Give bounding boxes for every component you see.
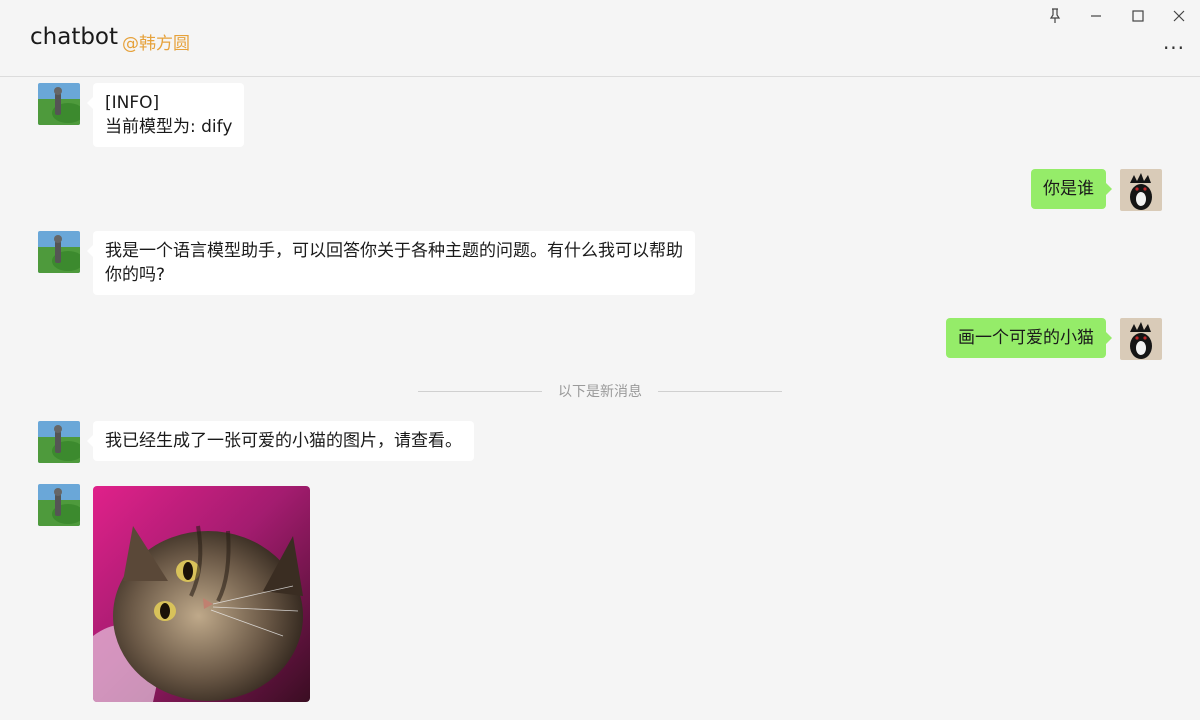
pin-icon[interactable]: [1042, 4, 1068, 28]
message-bubble: [INFO] 当前模型为: dify: [86, 83, 245, 147]
new-messages-divider: 以下是新消息: [418, 382, 782, 402]
message-text: 画一个可爱的小猫: [958, 328, 1094, 348]
bot-avatar[interactable]: [38, 231, 80, 273]
chat-window: chatbot @韩方圆 ··· [INFO] 当前模型为: dify 你是谁 …: [0, 0, 1200, 720]
message-text: 当前模型为: dify: [105, 117, 233, 137]
divider-text: 以下是新消息: [558, 384, 642, 400]
message-list: [INFO] 当前模型为: dify 你是谁 我是一个语言模型助手，可以回答你关…: [0, 77, 1200, 720]
bot-avatar[interactable]: [38, 421, 80, 463]
message-text: 你的吗?: [105, 265, 166, 285]
message-text: 你是谁: [1043, 179, 1094, 199]
divider-line: [658, 391, 782, 392]
chat-title: chatbot: [30, 24, 119, 50]
bot-avatar[interactable]: [38, 83, 80, 125]
user-avatar[interactable]: [1120, 169, 1162, 211]
chat-subtitle: @韩方圆: [122, 34, 190, 54]
bot-avatar[interactable]: [38, 484, 80, 526]
message-text: [INFO]: [105, 93, 160, 113]
more-options-icon[interactable]: ···: [1162, 38, 1186, 58]
message-text: 我已经生成了一张可爱的小猫的图片，请查看。: [105, 431, 462, 451]
message-bubble: 我是一个语言模型助手，可以回答你关于各种主题的问题。有什么我可以帮助 你的吗?: [87, 231, 695, 295]
maximize-icon[interactable]: [1125, 4, 1151, 28]
user-avatar[interactable]: [1120, 318, 1162, 360]
minimize-icon[interactable]: [1083, 4, 1109, 28]
message-bubble: 我已经生成了一张可爱的小猫的图片，请查看。: [87, 421, 474, 461]
message-bubble: 你是谁: [1031, 169, 1112, 209]
kitten-image[interactable]: [93, 486, 310, 702]
close-icon[interactable]: [1166, 4, 1192, 28]
chat-header: chatbot @韩方圆 ···: [0, 0, 1200, 77]
message-text: 我是一个语言模型助手，可以回答你关于各种主题的问题。有什么我可以帮助: [105, 241, 683, 261]
message-bubble: 画一个可爱的小猫: [946, 318, 1112, 358]
